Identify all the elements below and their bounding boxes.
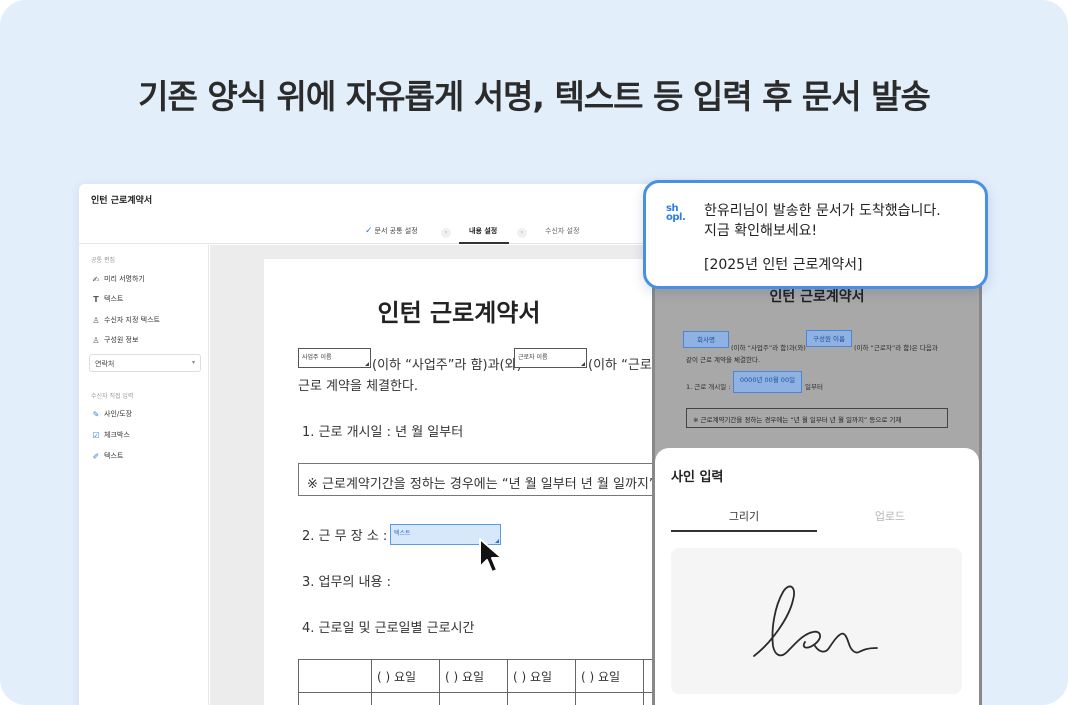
contract-line-2: 근로 계약을 체결한다. [298,379,419,394]
person-icon: ♙ [92,335,100,345]
contract-line-1a: (이하 “사업주”라 함)과(와) [372,358,522,373]
sidebar-item-label: 텍스트 [104,295,124,303]
sheet-title: 사인 입력 [671,470,724,485]
sidebar-item-checkbox[interactable]: ☑ 체크박스 [91,430,130,440]
mobile-text-c: 같이 근로 계약을 체결한다. [686,356,761,364]
signature-pad[interactable] [671,548,962,694]
table-divider [507,660,508,705]
sidebar-item-label: 미리 서명하기 [104,275,145,283]
editor-title: 인턴 근로계약서 [91,196,153,206]
mobile-item1-prefix: 1. 근로 개시일 : [686,383,731,391]
notification-message-1: 한유리님이 발송한 문서가 도착했습니다. [704,203,941,219]
contract-period-notice: ※ 근로계약기간을 정하는 경우에는 “년 월 일부터 년 월 일까지” 등으로… [298,463,664,496]
sidebar-item-label: 텍스트 [104,452,124,460]
step-recipient-settings[interactable]: 수신자 설정 [545,226,579,236]
step-common-settings[interactable]: ✓ 문서 공통 설정 [365,226,418,236]
mobile-document-title: 인턴 근로계약서 [769,289,865,305]
mobile-date-field[interactable]: 0000년 00월 00일 [733,371,802,393]
notification-document-name: [2025년 인턴 근로계약서] [704,257,863,273]
step-label: 문서 공통 설정 [374,227,418,235]
text-icon: T [93,294,99,304]
banner-card: 기존 양식 위에 자유롭게 서명, 텍스트 등 입력 후 문서 발송 인턴 근로… [0,0,1068,705]
table-divider [643,660,644,705]
chevron-right-icon: › [441,228,451,238]
sidebar-item-member-info[interactable]: ♙ 구성원 정보 [91,335,138,345]
tab-draw[interactable]: 그리기 [671,508,817,524]
sidebar-item-pre-sign[interactable]: ✍ 미리 서명하기 [91,274,145,284]
signature-icon: ✍ [92,274,100,284]
table-header-cell: ( ) 요일 [581,670,621,684]
sidebar-item-recipient-text[interactable]: ♙ 수신자 지정 텍스트 [91,315,160,325]
notification-message-2: 지금 확인해보세요! [704,223,818,239]
item-working-hours: 4. 근로일 및 근로일별 근로시간 [302,621,475,636]
select-value: 연락처 [95,360,115,368]
employer-name-field[interactable]: 사업주 이름 [298,348,371,368]
sidebar-section-recipient: 수신자 직접 입력 [91,393,134,400]
checkbox-icon: ☑ [92,430,100,440]
chevron-down-icon: ▾ [191,359,195,366]
table-divider [371,660,372,705]
mobile-company-field[interactable]: 회사명 [683,331,729,348]
sidebar-item-label: 체크박스 [104,431,130,439]
item-job-description: 3. 업무의 내용 : [302,575,391,590]
pen-icon: ✐ [92,451,100,461]
table-divider [439,660,440,705]
logo-text: opl. [666,212,686,223]
active-tab-indicator [671,530,817,532]
tab-upload[interactable]: 업로드 [817,508,963,524]
user-text-icon: ♙ [92,315,100,325]
sidebar-item-recipient-text-input[interactable]: ✐ 텍스트 [91,451,124,461]
editor-sidebar: 공통 편집 ✍ 미리 서명하기 T 텍스트 ♙ 수신자 지정 텍스트 ♙ 구성원 정보 … [79,245,209,705]
table-divider [299,692,664,693]
mobile-member-field[interactable]: 구성원 이름 [806,330,852,347]
step-content-settings[interactable]: 내용 설정 [469,226,497,236]
sidebar-item-text[interactable]: T 텍스트 [91,294,123,304]
document-title: 인턴 근로계약서 [377,299,541,327]
table-header-cell: ( ) 요일 [377,670,417,684]
document-content: 인턴 근로계약서 사업주 이름 (이하 “사업주”라 함)과(와) 근로자 이름… [264,259,664,705]
item-workplace: 2. 근 무 장 소 : [302,529,388,544]
sidebar-section-common: 공통 편집 [91,257,115,264]
mobile-notice-box: ※ 근로계약기간을 정하는 경우에는 “년 월 일부터 년 월 일까지” 등으로… [686,408,948,428]
step-progress-bar: ✓ 문서 공통 설정 › 내용 설정 › 수신자 설정 [79,222,709,244]
contract-line-1b: (이하 “근로 [588,358,652,373]
sign-input-sheet: 사인 입력 그리기 업로드 [655,448,979,705]
signature-stroke [753,585,878,657]
sidebar-item-sign-stamp[interactable]: ✎ 사인/도장 [91,409,132,419]
active-step-indicator [459,242,509,244]
mobile-text-b: (이하 “근로자”라 함)은 다음과 [854,344,938,352]
table-header-cell: ( ) 요일 [445,670,485,684]
worker-name-field[interactable]: 근로자 이름 [514,348,587,368]
sidebar-item-label: 수신자 지정 텍스트 [104,316,160,324]
notification-card[interactable]: sh opl. 한유리님이 발송한 문서가 도착했습니다. 지금 확인해보세요!… [643,180,988,289]
mobile-sign-panel: 인턴 근로계약서 회사명 (이하 “사업주”라 함)과(와) 구성원 이름 (이… [652,228,982,705]
table-header-cell: ( ) 요일 [513,670,553,684]
check-icon: ✓ [365,226,373,236]
sidebar-item-label: 구성원 정보 [104,336,139,344]
item-start-date: 1. 근로 개시일 : 년 월 일부터 [302,425,464,440]
mobile-item1-suffix: 일부터 [805,383,823,391]
schedule-table: ( ) 요일 ( ) 요일 ( ) 요일 ( ) 요일 [298,659,664,705]
mobile-text-a: (이하 “사업주”라 함)과(와) [731,344,806,352]
contact-select[interactable]: 연락처 ▾ [89,354,201,372]
mouse-cursor-icon [479,538,503,573]
stamp-icon: ✎ [92,409,100,419]
headline: 기존 양식 위에 자유롭게 서명, 텍스트 등 입력 후 문서 발송 [138,77,931,116]
table-divider [575,660,576,705]
chevron-right-icon: › [517,228,527,238]
shopl-logo: sh opl. [666,204,690,223]
sidebar-item-label: 사인/도장 [104,410,133,418]
